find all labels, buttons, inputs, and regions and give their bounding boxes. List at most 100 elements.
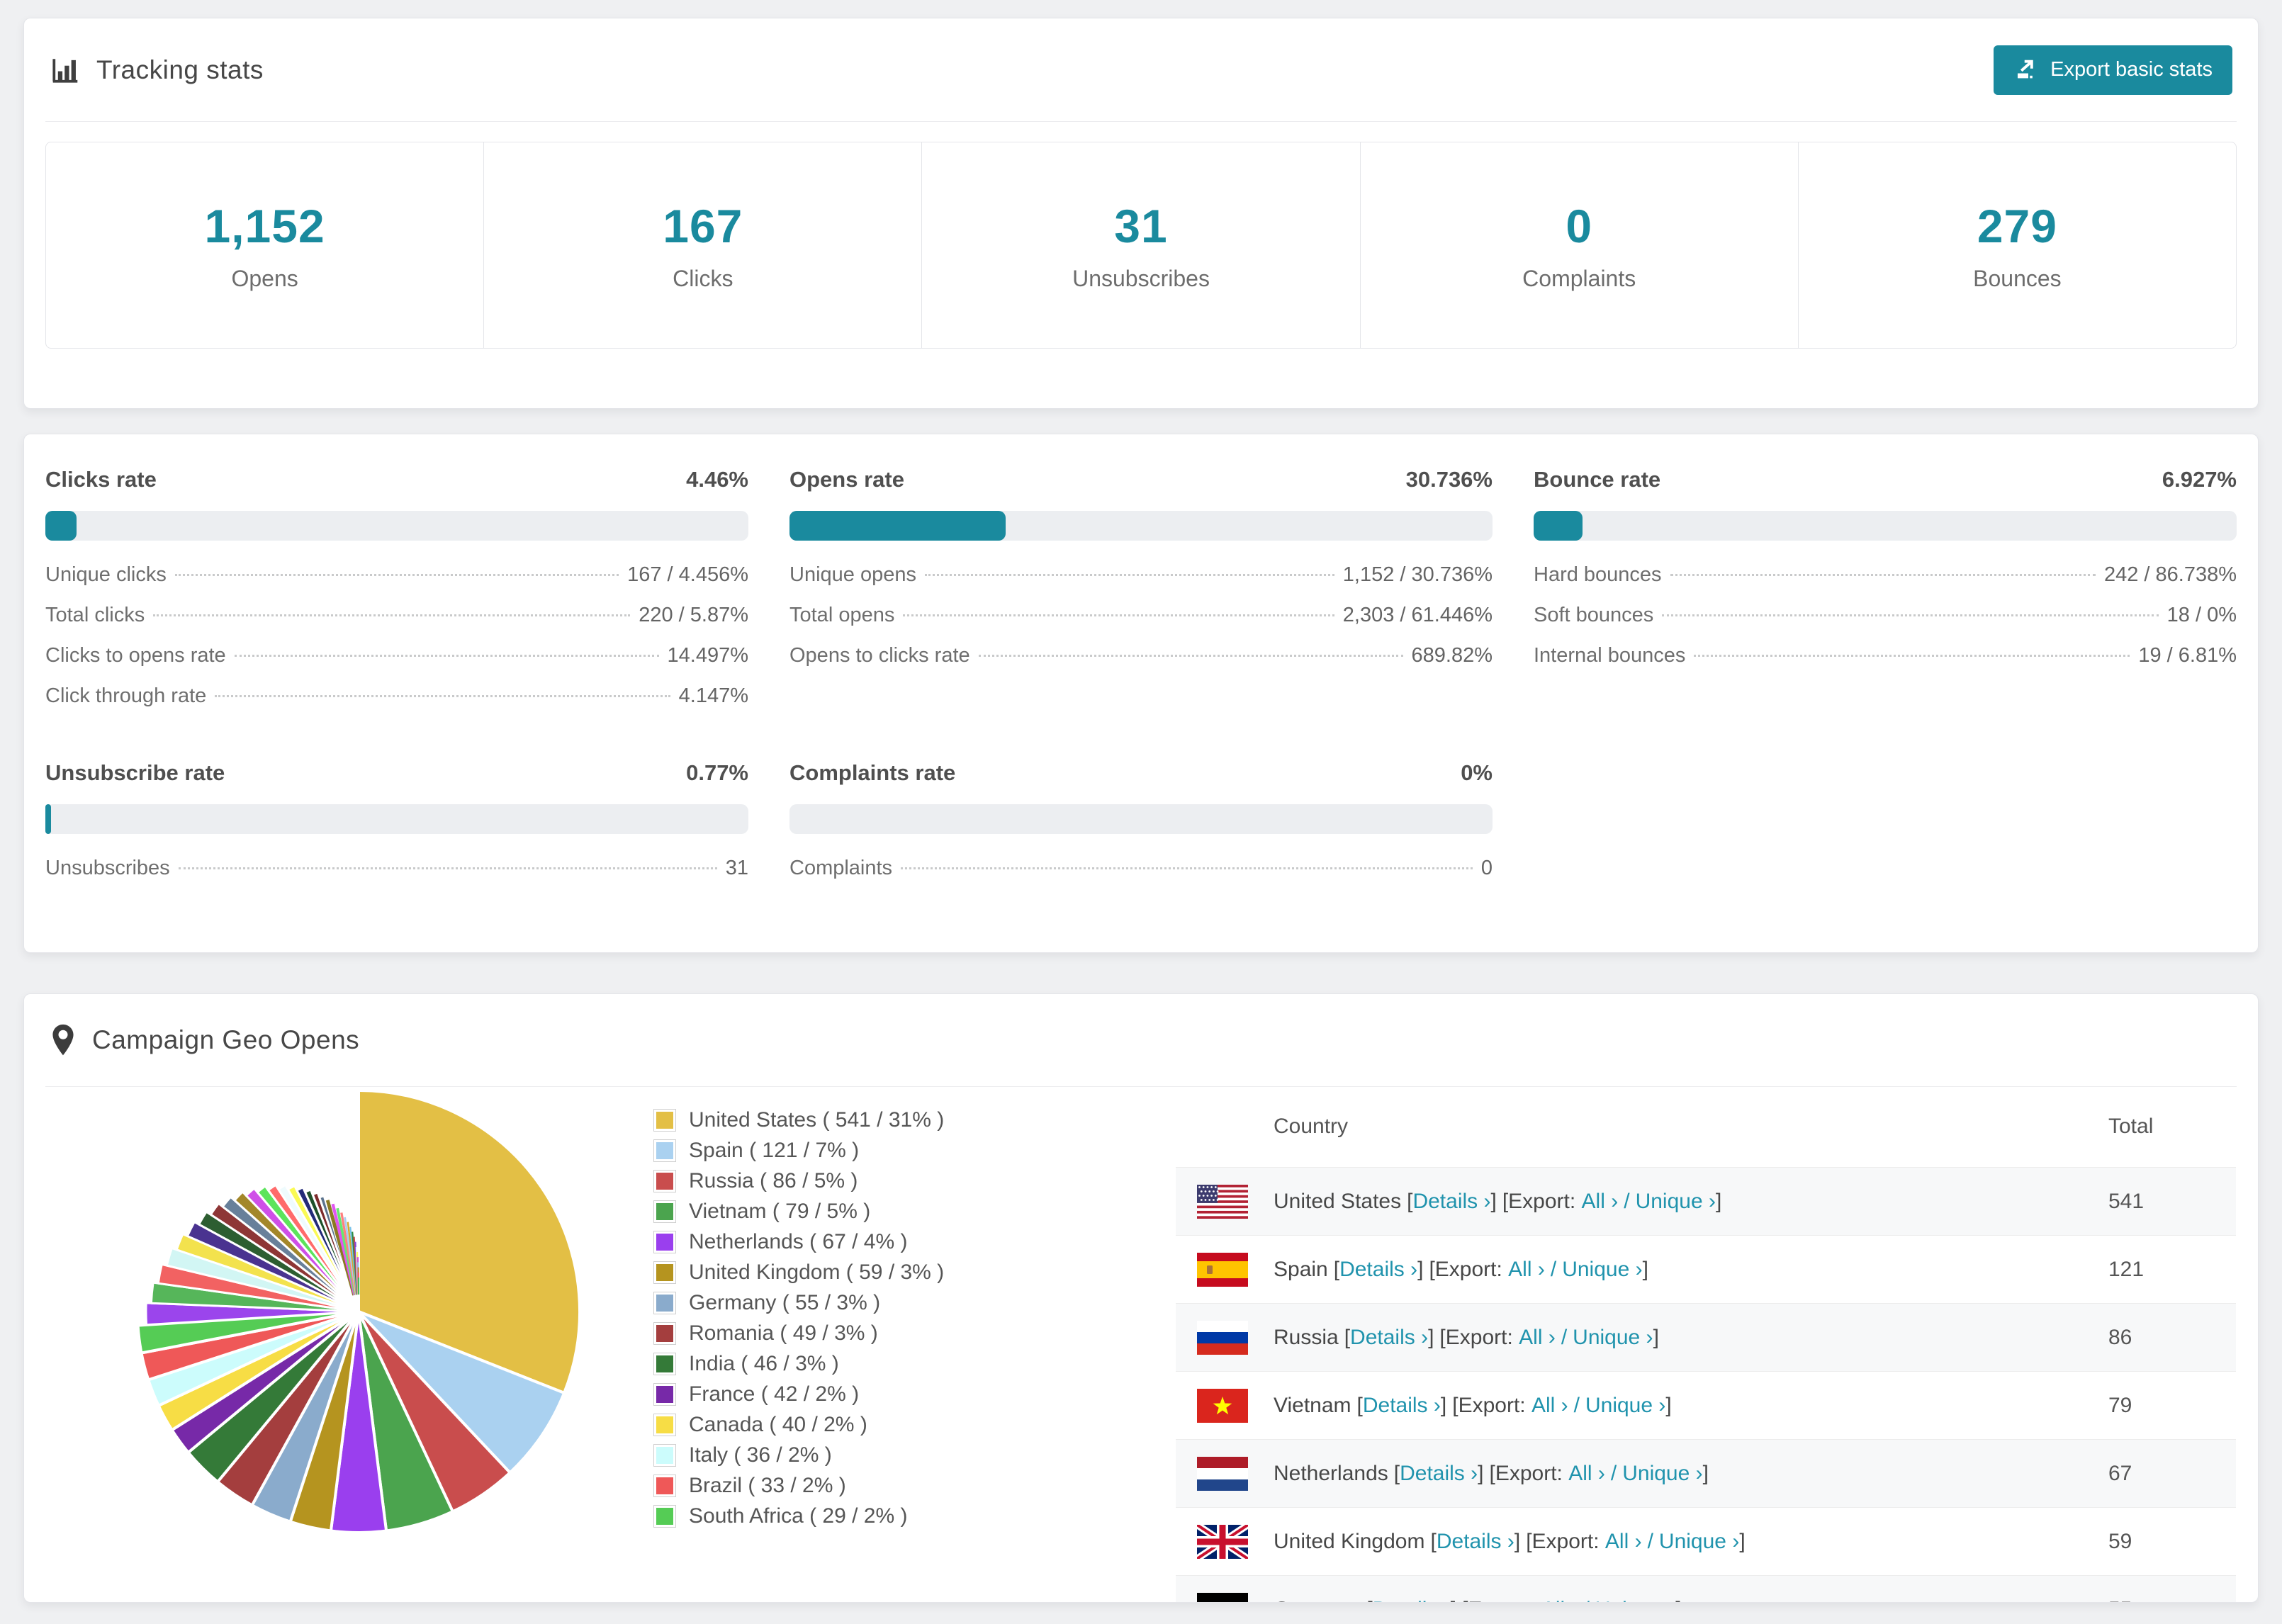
legend-swatch: [653, 1230, 676, 1253]
total-cell: 55: [2108, 1598, 2236, 1603]
details-link[interactable]: Details ›: [1412, 1190, 1490, 1214]
stat-label: Unsubscribes: [1072, 265, 1210, 291]
export-unique-link[interactable]: Unique ›: [1622, 1462, 1702, 1486]
bracket: [: [1366, 1598, 1372, 1603]
legend-label: Vietnam ( 79 / 5% ): [689, 1199, 871, 1223]
export-unique-link[interactable]: Unique ›: [1585, 1394, 1665, 1418]
rate-section-clicks-rate: Clicks rate 4.46% Unique clicks 167 / 4.456…: [45, 467, 748, 708]
legend-item: Germany ( 55 / 3% ): [653, 1287, 944, 1318]
export-all-link[interactable]: All ›: [1508, 1258, 1545, 1282]
stat-value: 0: [1566, 199, 1593, 252]
dotted-leader: [901, 867, 1473, 869]
export-all-link[interactable]: All ›: [1541, 1598, 1578, 1603]
rate-value: 6.927%: [2162, 467, 2237, 492]
table-row-us: United States[Details ›] [Export: All › / U…: [1176, 1167, 2236, 1235]
rate-detail-value: 167 / 4.456%: [627, 563, 748, 586]
legend-swatch: [653, 1413, 676, 1436]
details-link[interactable]: Details ›: [1373, 1598, 1451, 1603]
rate-detail-row: Soft bounces 18 / 0%: [1534, 604, 2237, 627]
details-link[interactable]: Details ›: [1350, 1326, 1428, 1350]
pie-legend: United States ( 541 / 31% ) Spain ( 121 /…: [653, 1105, 944, 1531]
country-name: United Kingdom: [1274, 1529, 1425, 1553]
details-link[interactable]: Details ›: [1339, 1258, 1417, 1282]
dotted-leader: [234, 655, 659, 657]
bracket: ]: [1490, 1189, 1497, 1213]
progress-bar: [789, 511, 1493, 541]
export-unique-link[interactable]: Unique ›: [1595, 1598, 1675, 1603]
stat-value: 1,152: [204, 199, 325, 252]
bracket: ]: [1702, 1461, 1709, 1485]
gb-flag-icon: [1195, 1521, 1250, 1562]
rate-detail-value: 2,303 / 61.446%: [1342, 604, 1493, 626]
rate-detail-row: Opens to clicks rate 689.82%: [789, 644, 1493, 667]
export-all-link[interactable]: All ›: [1582, 1190, 1619, 1214]
details-link[interactable]: Details ›: [1363, 1394, 1441, 1418]
ru-flag: [1197, 1320, 1248, 1355]
export-unique-link[interactable]: Unique ›: [1573, 1326, 1653, 1350]
details-link[interactable]: Details ›: [1437, 1530, 1514, 1554]
es-flag-icon: [1197, 1252, 1248, 1287]
rate-detail-value: 0: [1480, 857, 1493, 879]
rate-section-bounce-rate: Bounce rate 6.927% Hard bounces 242 / 86.73…: [1534, 467, 2237, 708]
nl-flag-icon: [1197, 1456, 1248, 1491]
bracket: ]: [1642, 1257, 1648, 1281]
rate-detail-row: Unique opens 1,152 / 30.736%: [789, 563, 1493, 587]
rate-detail-value: 31: [725, 857, 748, 879]
campaign-geo-opens-card: Campaign Geo Opens United States ( 541 /…: [23, 993, 2259, 1603]
export-basic-stats-button[interactable]: Export basic stats: [1994, 45, 2232, 95]
slash-separator: /: [1647, 1529, 1653, 1553]
export-all-link[interactable]: All ›: [1519, 1326, 1556, 1350]
legend-item: Romania ( 49 / 3% ): [653, 1318, 944, 1348]
rate-title: Unsubscribe rate: [45, 760, 225, 785]
progress-bar: [45, 511, 748, 541]
bracket: [: [1344, 1325, 1351, 1349]
legend-item: United States ( 541 / 31% ): [653, 1105, 944, 1135]
progress-bar: [45, 804, 748, 834]
legend-swatch: [653, 1139, 676, 1162]
legend-label: South Africa ( 29 / 2% ): [689, 1504, 908, 1528]
dotted-leader: [1694, 655, 2130, 657]
export-prefix: [Export:: [1526, 1529, 1605, 1553]
progress-bar: [789, 804, 1493, 834]
legend-swatch: [653, 1443, 676, 1467]
rate-section-unsubscribe-rate: Unsubscribe rate 0.77% Unsubscribes 31: [45, 760, 748, 880]
legend-item: France ( 42 / 2% ): [653, 1379, 944, 1409]
rates-card: Clicks rate 4.46% Unique clicks 167 / 4.456…: [23, 434, 2259, 953]
legend-swatch: [653, 1321, 676, 1345]
export-unique-link[interactable]: Unique ›: [1659, 1530, 1739, 1554]
country-name: Spain: [1274, 1257, 1328, 1281]
export-prefix: [Export:: [1452, 1393, 1531, 1417]
export-unique-link[interactable]: Unique ›: [1562, 1258, 1642, 1282]
country-column-header: Country: [1274, 1115, 1349, 1138]
country-name: Netherlands: [1274, 1461, 1388, 1485]
country-cell: United Kingdom[Details ›] [Export: All › /…: [1274, 1530, 2108, 1554]
details-link[interactable]: Details ›: [1400, 1462, 1478, 1486]
legend-swatch: [653, 1352, 676, 1375]
rate-detail-row: Click through rate 4.147%: [45, 684, 748, 708]
export-all-link[interactable]: All ›: [1568, 1462, 1605, 1486]
export-all-link[interactable]: All ›: [1605, 1530, 1642, 1554]
vn-flag-icon: [1197, 1388, 1248, 1423]
export-prefix: [Export:: [1429, 1257, 1509, 1281]
total-cell: 541: [2108, 1189, 2145, 1213]
export-unique-link[interactable]: Unique ›: [1636, 1190, 1716, 1214]
bracket: ]: [1451, 1598, 1456, 1603]
total-cell: 121: [2108, 1257, 2145, 1281]
total-cell: 67: [2108, 1461, 2132, 1485]
rate-detail-value: 689.82%: [1411, 644, 1493, 667]
bracket: ]: [1665, 1393, 1672, 1417]
rate-detail-value: 242 / 86.738%: [2103, 563, 2237, 586]
legend-label: Canada ( 40 / 2% ): [689, 1412, 867, 1436]
rates-grid: Clicks rate 4.46% Unique clicks 167 / 4.456…: [24, 434, 2258, 913]
dotted-leader: [924, 574, 1334, 576]
stat-cell-complaints: 0 Complaints: [1359, 142, 1798, 348]
slash-separator: /: [1583, 1598, 1589, 1603]
legend-item: Vietnam ( 79 / 5% ): [653, 1196, 944, 1227]
bracket: ]: [1478, 1461, 1484, 1485]
export-all-link[interactable]: All ›: [1531, 1394, 1568, 1418]
table-row-de: Germany [Details ›] [Export: All › / Unique …: [1176, 1575, 2236, 1603]
legend-label: Russia ( 86 / 5% ): [689, 1168, 858, 1192]
dotted-leader: [174, 574, 619, 576]
rate-detail-label: Clicks to opens rate: [45, 644, 226, 667]
progress-bar-fill: [789, 511, 1006, 541]
